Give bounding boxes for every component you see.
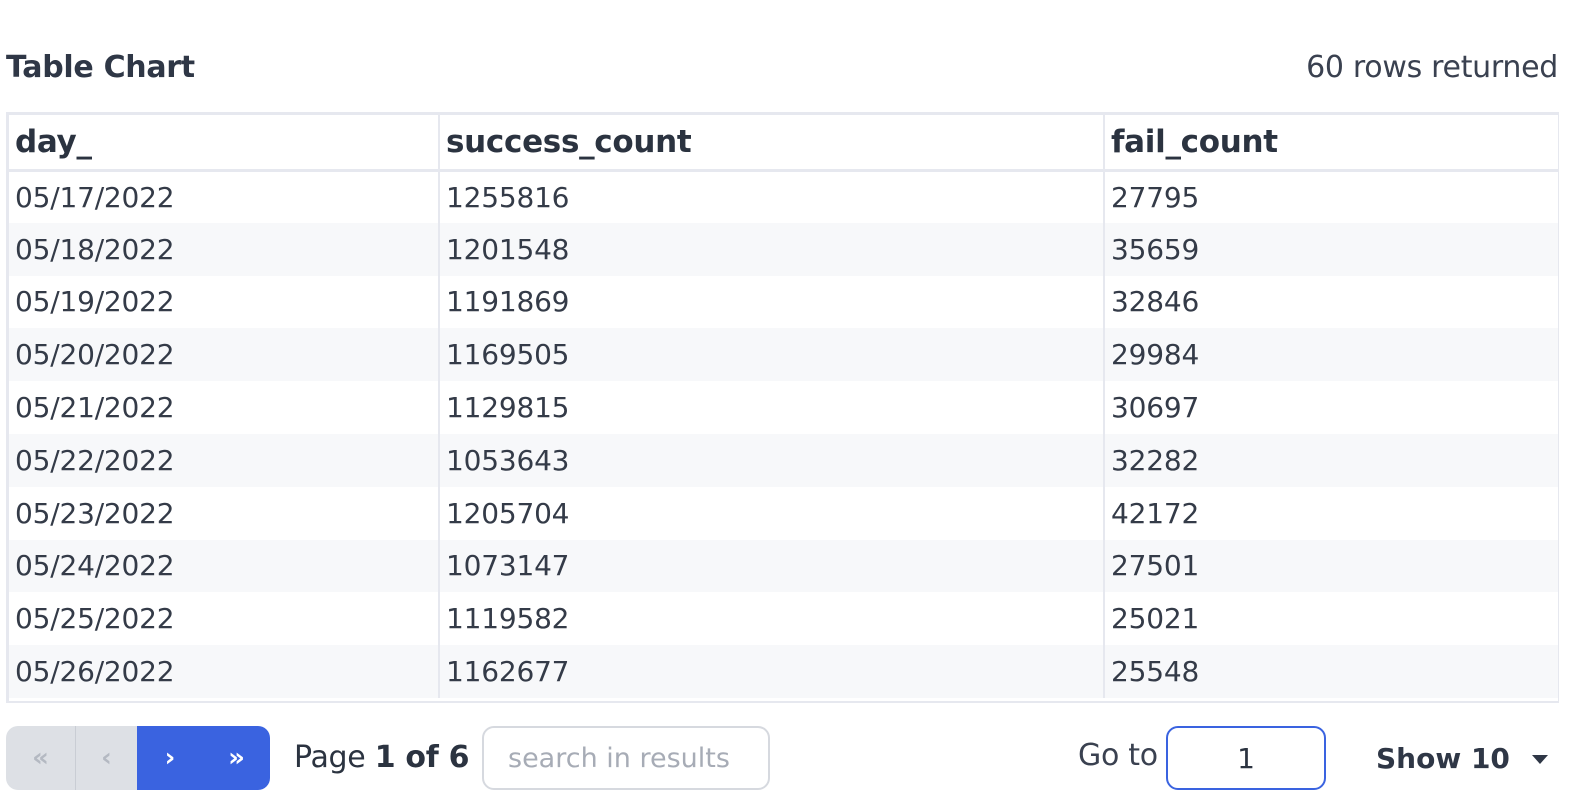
table-header-row: day_ success_count fail_count	[9, 115, 1558, 172]
caret-down-icon	[1531, 755, 1548, 764]
table-cell-success-count: 1255816	[439, 170, 1105, 223]
results-table-container: day_ success_count fail_count 05/17/2022…	[6, 112, 1559, 703]
table-cell-day: 05/26/2022	[9, 645, 440, 698]
column-header-success-count[interactable]: success_count	[439, 115, 1105, 172]
table-cell-day: 05/19/2022	[9, 275, 440, 329]
page-size-select[interactable]: Show 10	[1376, 742, 1548, 775]
table-cell-fail-count: 30697	[1111, 391, 1200, 425]
table-row: 05/17/2022 1255816 27795	[9, 170, 1558, 223]
table-cell-day: 05/20/2022	[9, 328, 440, 382]
table-cell-day: 05/22/2022	[9, 433, 440, 487]
table-row: 05/24/2022 1073147 27501	[9, 539, 1558, 593]
table-cell-fail-count: 35659	[1104, 222, 1558, 276]
goto-label: Go to	[1078, 738, 1158, 773]
page-indicator: Page 1 of 6	[294, 740, 469, 775]
table-row: 05/25/2022 1119582 25021	[9, 592, 1558, 646]
page-prefix: Page	[294, 740, 366, 775]
table-cell-success-count: 1205704	[439, 486, 1105, 540]
table-cell-day: 05/17/2022	[9, 170, 440, 223]
table-cell-fail-count: 42172	[1111, 496, 1200, 530]
table-cell-success-count: 1191869	[439, 275, 1105, 329]
table-cell-day: 05/21/2022	[9, 381, 440, 434]
previous-page-button[interactable]: ‹	[76, 726, 137, 790]
table-cell-success-count: 1201548	[439, 222, 1105, 276]
table-cell-fail-count: 27501	[1104, 539, 1558, 593]
page-size-label: Show 10	[1376, 742, 1510, 775]
table-row: 05/23/2022 1205704 42172	[9, 486, 1558, 540]
table-cell-success-count: 1119582	[439, 592, 1105, 646]
table-body: 05/17/2022 1255816 27795 05/18/2022 1201548 3…	[9, 170, 1558, 698]
table-cell-day: 05/18/2022	[9, 222, 440, 276]
table-cell-day: 05/25/2022	[9, 592, 440, 646]
table-cell-success-count: 1073147	[439, 539, 1105, 593]
chart-title: Table Chart	[6, 50, 195, 85]
table-cell-fail-count: 25021	[1111, 602, 1200, 636]
first-page-button[interactable]: «	[6, 726, 76, 790]
table-chart-header: Table Chart 60 rows returned	[6, 48, 1558, 92]
next-page-button[interactable]: ›	[137, 726, 203, 790]
results-table: day_ success_count fail_count 05/17/2022…	[9, 115, 1558, 698]
pagination-buttons: « ‹ › »	[6, 726, 270, 790]
search-input[interactable]	[482, 726, 770, 790]
table-cell-success-count: 1162677	[439, 645, 1105, 698]
table-cell-fail-count: 29984	[1104, 328, 1558, 382]
table-row: 05/19/2022 1191869 32846	[9, 275, 1558, 329]
table-cell-success-count: 1129815	[439, 381, 1105, 434]
page-status: 1 of 6	[374, 740, 470, 775]
table-cell-fail-count: 27795	[1111, 180, 1200, 214]
column-header-fail-count[interactable]: fail_count	[1104, 115, 1558, 172]
column-header-day[interactable]: day_	[9, 115, 440, 172]
table-cell-fail-count: 25548	[1104, 645, 1558, 698]
table-row: 05/26/2022 1162677 25548	[9, 645, 1558, 698]
last-page-button[interactable]: »	[203, 726, 270, 790]
table-cell-success-count: 1053643	[439, 433, 1105, 487]
table-cell-fail-count: 32846	[1111, 285, 1200, 319]
table-row: 05/20/2022 1169505 29984	[9, 328, 1558, 382]
table-cell-success-count: 1169505	[439, 328, 1105, 382]
goto-page-input[interactable]	[1166, 726, 1326, 790]
table-cell-day: 05/23/2022	[9, 486, 440, 540]
rows-returned-count: 60 rows returned	[1306, 50, 1558, 85]
table-row: 05/21/2022 1129815 30697	[9, 381, 1558, 434]
table-row: 05/22/2022 1053643 32282	[9, 433, 1558, 487]
table-cell-day: 05/24/2022	[9, 539, 440, 593]
table-cell-fail-count: 32282	[1104, 433, 1558, 487]
table-row: 05/18/2022 1201548 35659	[9, 222, 1558, 276]
